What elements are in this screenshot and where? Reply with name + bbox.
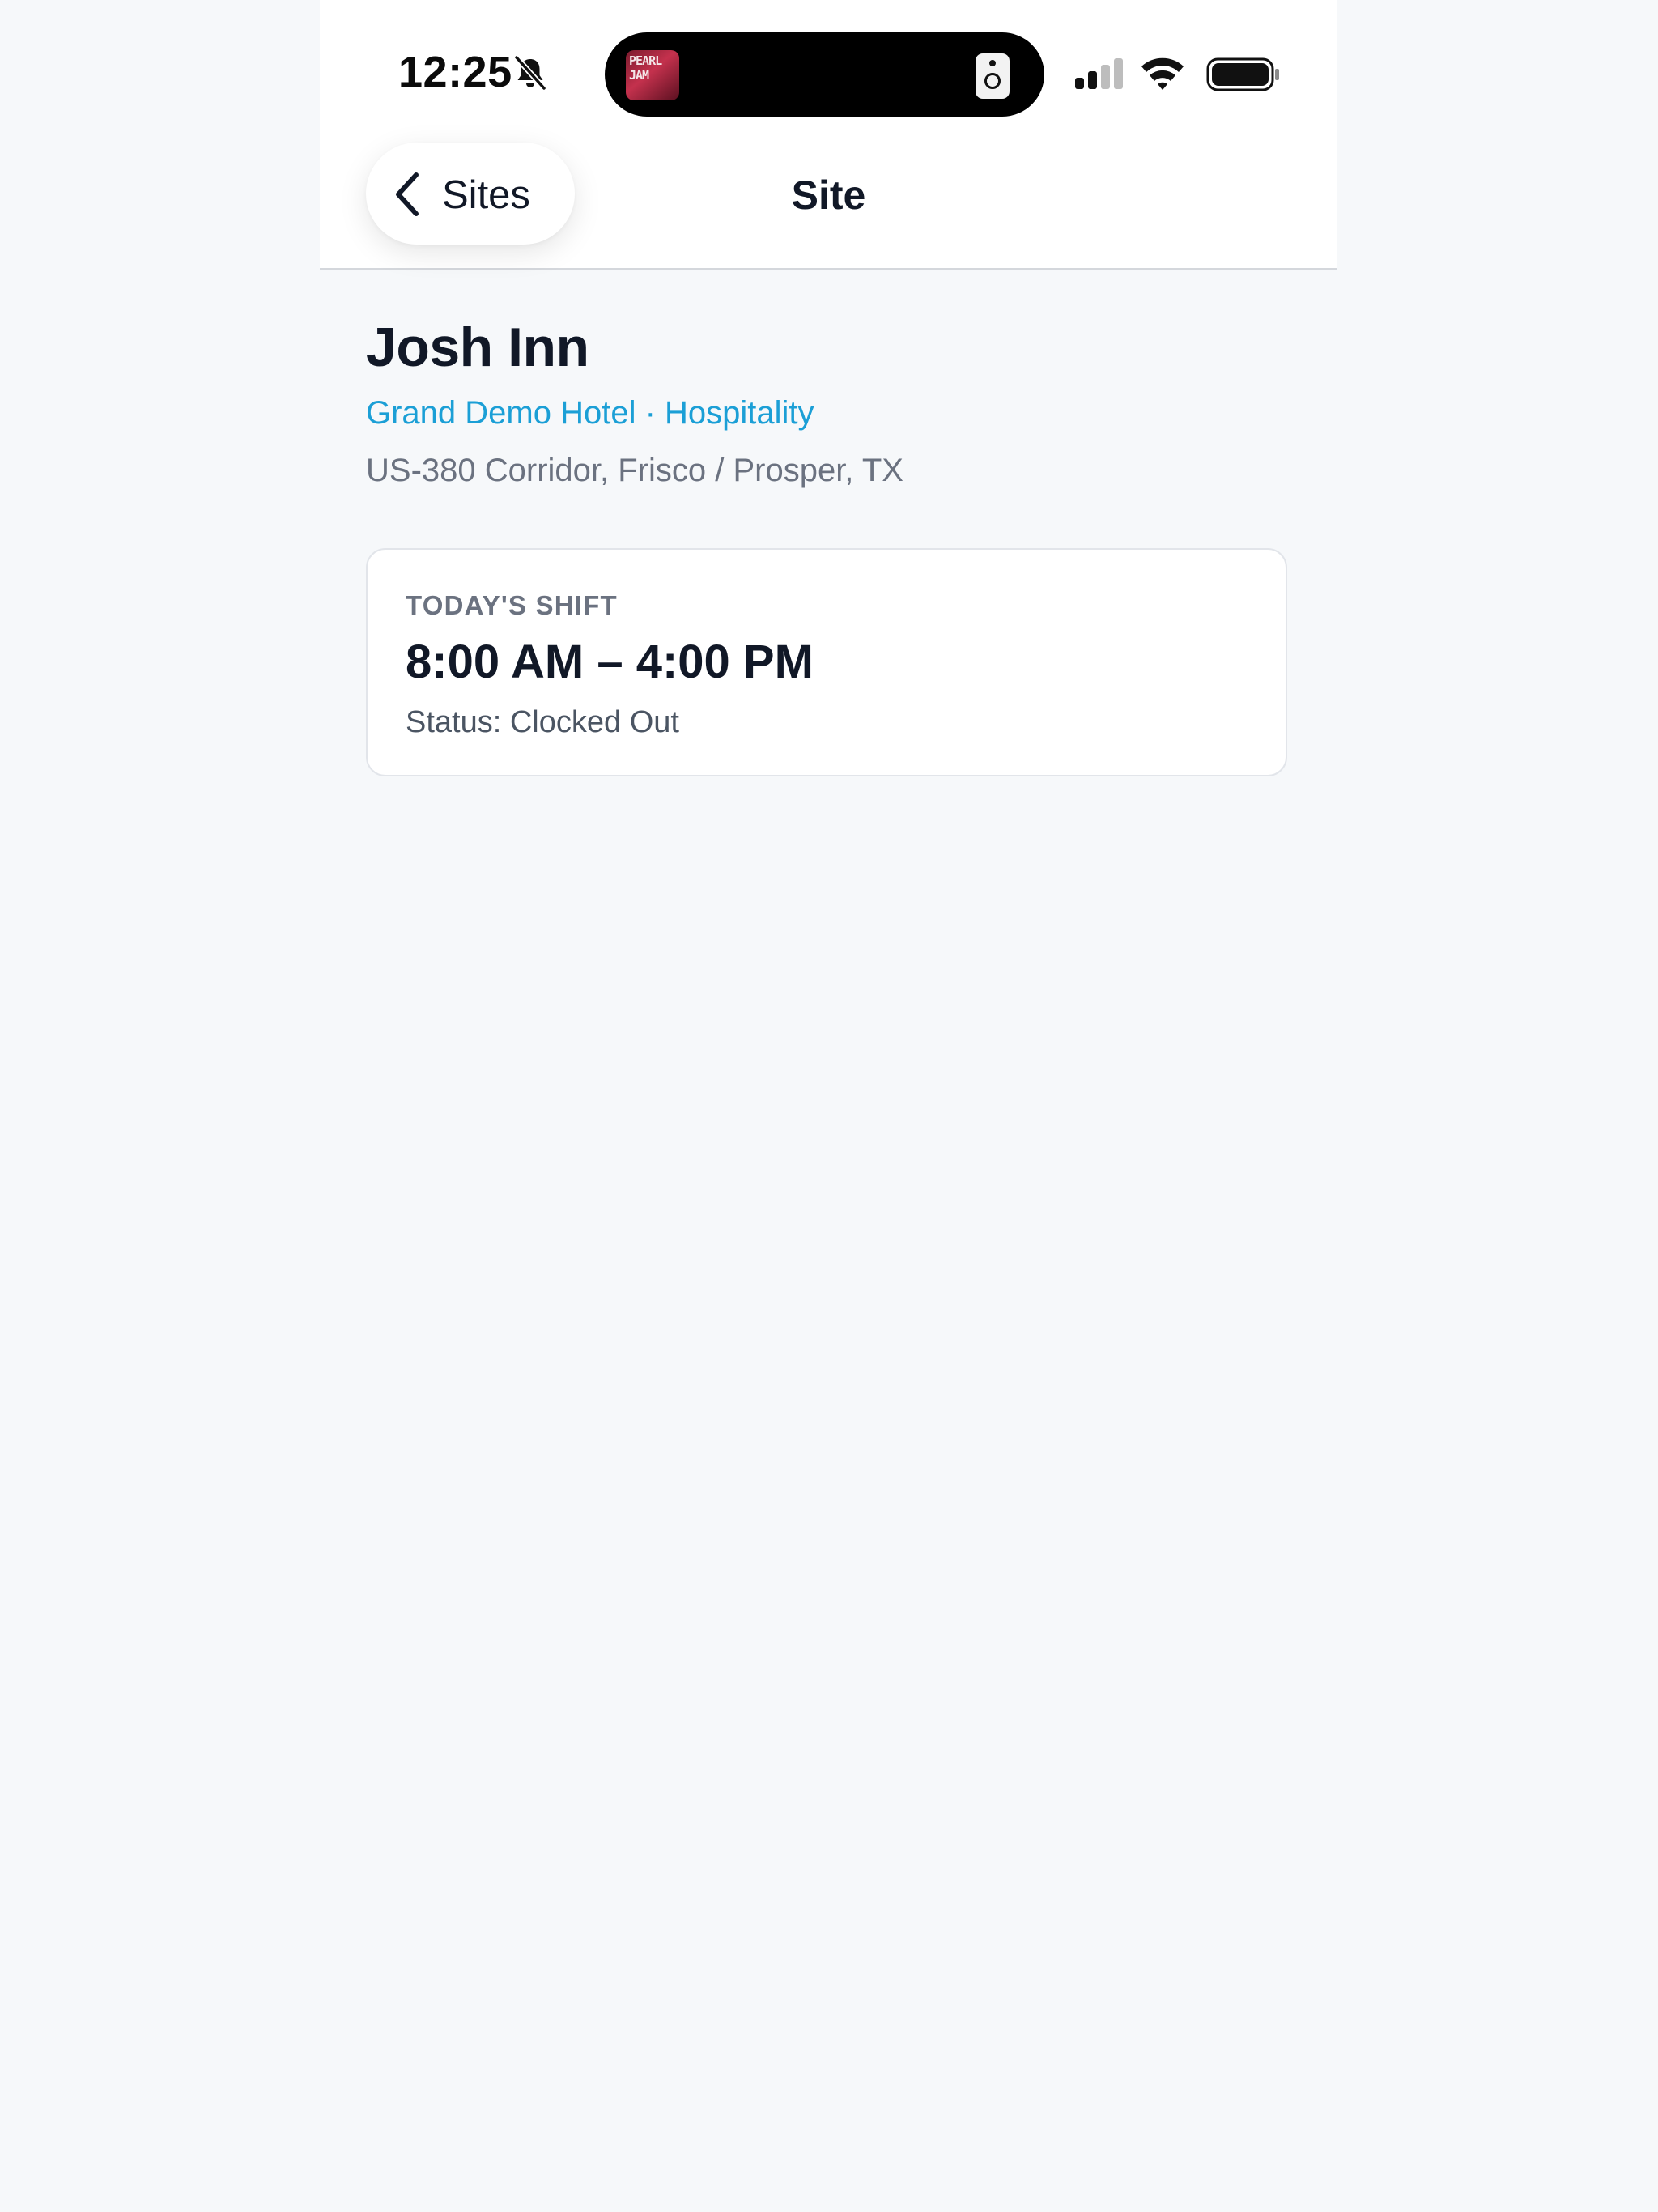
- battery-icon: [1206, 57, 1279, 91]
- site-name: Josh Inn: [366, 317, 589, 378]
- status-time: 12:25: [398, 48, 512, 96]
- bell-slash-icon: [513, 54, 547, 91]
- shift-status: Status: Clocked Out: [406, 705, 679, 739]
- signal-icon: [1075, 58, 1123, 89]
- wifi-icon: [1141, 57, 1184, 90]
- album-art-text: PEARL JAM: [629, 53, 662, 83]
- album-art: PEARL JAM: [626, 50, 679, 100]
- dynamic-island[interactable]: PEARL JAM: [605, 32, 1044, 117]
- phone-screen: 12:25 PEARL JAM Sites Site Josh Inn Gran…: [320, 0, 1337, 2212]
- top-bar: 12:25 PEARL JAM Sites Site: [320, 0, 1337, 270]
- todays-shift-card: TODAY'S SHIFT 8:00 AM – 4:00 PM Status: …: [366, 548, 1287, 776]
- speaker-icon: [976, 53, 1010, 99]
- site-organization: Grand Demo Hotel · Hospitality: [366, 395, 814, 431]
- shift-label: TODAY'S SHIFT: [406, 590, 618, 620]
- nav-title: Site: [791, 172, 866, 218]
- site-address: US-380 Corridor, Frisco / Prosper, TX: [366, 453, 903, 488]
- shift-time-range: 8:00 AM – 4:00 PM: [406, 636, 814, 688]
